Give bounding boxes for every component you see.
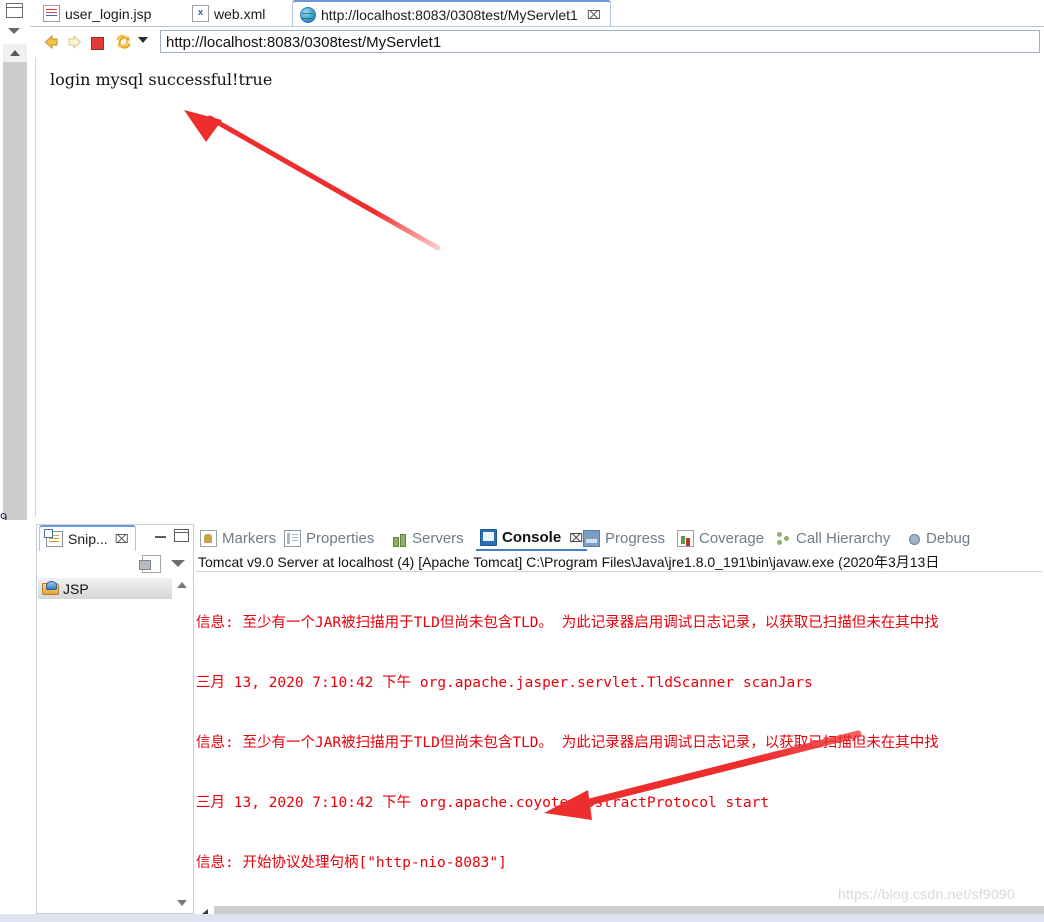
close-icon[interactable]: ⌧: [115, 532, 129, 546]
snippets-tab-label: Snip...: [68, 531, 108, 547]
console-line: 信息: 至少有一个JAR被扫描用于TLD但尚未包含TLD。 为此记录器启用调试日…: [196, 615, 939, 631]
editor-tab-label: http://localhost:8083/0308test/MyServlet…: [321, 6, 578, 23]
back-arrow-icon[interactable]: [42, 33, 60, 51]
page-body-text: login mysql successful!true: [50, 70, 273, 89]
call-hierarchy-icon: [776, 531, 791, 546]
list-item[interactable]: JSP: [38, 578, 172, 599]
tab-label: Markers: [222, 530, 277, 547]
tab-call-hierarchy[interactable]: Call Hierarchy: [776, 526, 890, 551]
tab-console[interactable]: Console ⌧: [476, 526, 588, 551]
view-menu-icon[interactable]: [171, 560, 185, 567]
console-line: 信息: 开始协议处理句柄["http-nio-8083"]: [196, 855, 507, 871]
servers-icon: [392, 531, 407, 547]
console-title-separator: [196, 571, 1042, 572]
tab-properties[interactable]: Properties: [284, 526, 374, 551]
tab-label: Console: [502, 529, 562, 546]
console-icon: [480, 529, 497, 546]
browser-toolbar: http://localhost:8083/0308test/MyServlet…: [30, 27, 1044, 56]
minimize-icon[interactable]: [155, 534, 166, 538]
debug-icon: [906, 531, 921, 546]
forward-arrow-icon[interactable]: [66, 33, 84, 51]
editor-area: user_login.jsp x web.xml http://localhos…: [30, 0, 1044, 520]
tab-label: Servers: [412, 530, 464, 547]
new-snippet-icon[interactable]: [139, 555, 161, 573]
tab-coverage[interactable]: Coverage: [677, 526, 764, 551]
scroll-down-icon[interactable]: [172, 894, 192, 912]
left-minimized-view-strip: 9: [0, 0, 30, 525]
scroll-up-icon[interactable]: [172, 576, 192, 594]
maximize-icon[interactable]: [174, 529, 189, 542]
tab-label: Call Hierarchy: [796, 530, 891, 547]
list-item-label: JSP: [63, 580, 89, 597]
console-line: 信息: 至少有一个JAR被扫描用于TLD但尚未包含TLD。 为此记录器启用调试日…: [196, 735, 939, 751]
snippets-list: JSP: [38, 576, 172, 912]
refresh-icon[interactable]: [115, 33, 133, 51]
red-arrow-annotation-top: [184, 110, 441, 251]
minimize-view-icon[interactable]: [8, 28, 20, 34]
console-line: 三月 13, 2020 7:10:42 下午 org.apache.coyote…: [196, 795, 770, 811]
close-icon[interactable]: ⌧: [587, 8, 601, 22]
globe-icon: [300, 6, 316, 23]
snippets-window-controls: [155, 529, 189, 542]
markers-icon: [200, 530, 217, 547]
restore-window-icon[interactable]: [6, 3, 23, 18]
editor-tab-label: web.xml: [214, 5, 266, 22]
snippets-vertical-scrollbar[interactable]: [172, 576, 192, 912]
snippets-view: Snip... ⌧ JSP: [36, 524, 194, 914]
editor-tab-label: user_login.jsp: [65, 5, 152, 22]
bottom-status-strip: [0, 914, 1044, 922]
folder-icon: [42, 581, 59, 595]
editor-tab-user-login-jsp[interactable]: user_login.jsp: [36, 1, 161, 26]
tab-snippets[interactable]: Snip... ⌧: [39, 525, 136, 551]
tab-servers[interactable]: Servers: [392, 526, 464, 551]
progress-icon: [583, 530, 600, 547]
console-line: 三月 13, 2020 7:10:42 下午 org.apache.jasper…: [196, 675, 813, 691]
snippets-tab-row: Snip... ⌧: [37, 525, 193, 551]
snippets-toolbar: [37, 551, 193, 577]
console-title: Tomcat v9.0 Server at localhost (4) [Apa…: [198, 552, 1044, 572]
jsp-file-icon: [43, 5, 60, 22]
tab-label: Debug: [926, 530, 971, 547]
console-tab-row: Markers Properties Servers Console ⌧ Pro…: [196, 524, 1044, 552]
tab-markers[interactable]: Markers: [200, 526, 276, 551]
scroll-up-icon[interactable]: [3, 44, 27, 62]
editor-tab-myservlet1[interactable]: http://localhost:8083/0308test/MyServlet…: [292, 0, 611, 27]
horizontal-splitter[interactable]: [30, 518, 1044, 522]
snippets-icon: [44, 529, 63, 547]
tab-debug[interactable]: Debug: [906, 526, 970, 551]
editor-tab-bar: user_login.jsp x web.xml http://localhos…: [30, 0, 1044, 27]
properties-icon: [284, 530, 301, 547]
editor-tab-web-xml[interactable]: x web.xml: [185, 1, 275, 26]
close-icon[interactable]: ⌧: [569, 531, 583, 545]
stop-icon[interactable]: [91, 33, 109, 51]
console-view: Markers Properties Servers Console ⌧ Pro…: [196, 524, 1044, 922]
tab-progress[interactable]: Progress: [583, 526, 665, 551]
vertical-scrollbar-track[interactable]: [3, 62, 27, 520]
url-input[interactable]: http://localhost:8083/0308test/MyServlet…: [160, 30, 1040, 53]
tab-label: Progress: [605, 530, 666, 547]
chevron-down-icon[interactable]: [138, 37, 148, 43]
watermark: https://blog.csdn.net/sf9090: [838, 886, 1015, 902]
xml-file-icon: x: [192, 5, 209, 22]
console-output[interactable]: 信息: 至少有一个JAR被扫描用于TLD但尚未包含TLD。 为此记录器启用调试日…: [196, 573, 1044, 903]
coverage-icon: [677, 530, 694, 547]
browser-page-view: login mysql successful!true: [35, 58, 1044, 517]
left-bottom-filler: [0, 520, 36, 922]
tab-label: Properties: [306, 530, 375, 547]
tab-label: Coverage: [699, 530, 765, 547]
